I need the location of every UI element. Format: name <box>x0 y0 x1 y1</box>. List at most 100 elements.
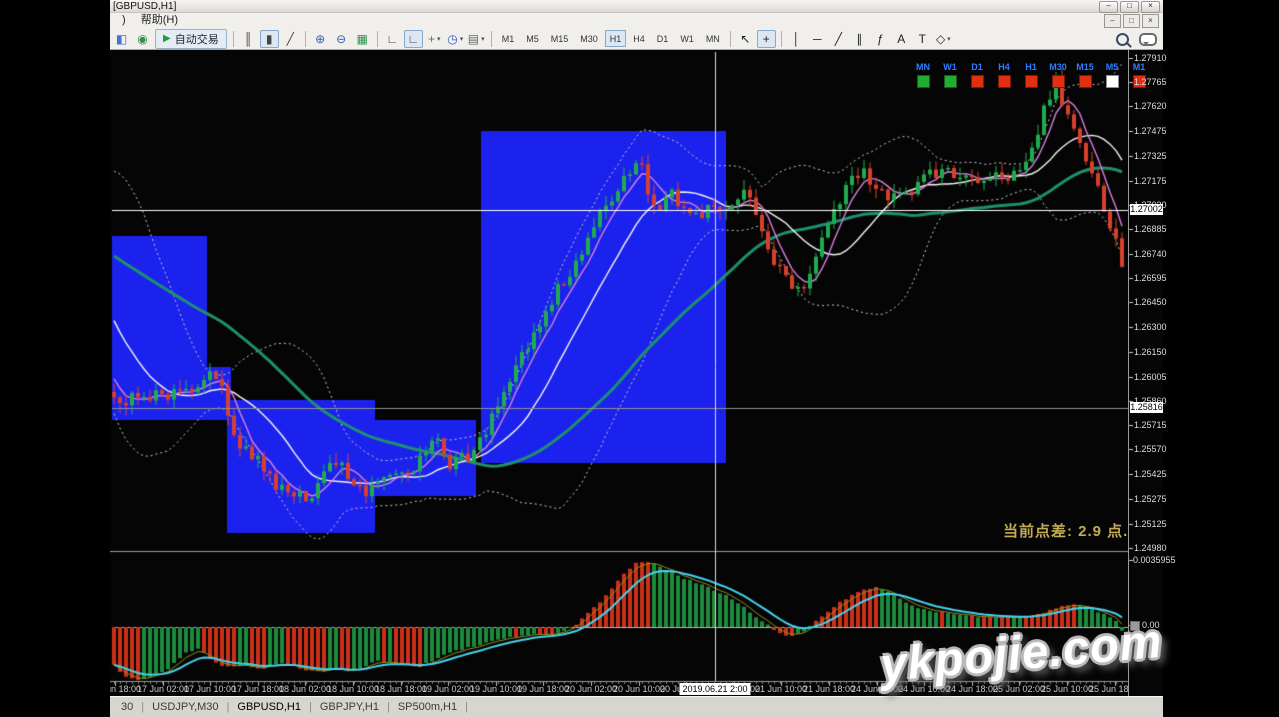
signal-label: D1 <box>965 62 989 72</box>
shapes-icon[interactable]: ◇▾ <box>934 30 953 48</box>
trendline-icon: ╱ <box>835 32 842 46</box>
timeframe-button-m5[interactable]: M5 <box>521 30 544 47</box>
mt4-window: [GBPUSD,H1] –□× ) 帮助(H) –□× ◧◉▶自动交易║▮╱⊕⊖… <box>110 0 1163 717</box>
timeframe-button-w1[interactable]: W1 <box>675 30 699 47</box>
marketwatch-globe-icon[interactable]: ◉ <box>133 30 152 48</box>
bar-chart-icon[interactable]: ║ <box>239 30 258 48</box>
window-title: [GBPUSD,H1] <box>113 1 176 12</box>
template-icon: ▤ <box>468 32 479 46</box>
line-chart-icon[interactable]: ╱ <box>281 30 300 48</box>
signal-item-w1: W1 <box>938 62 962 88</box>
bid-price-box: 1.27002 <box>1130 204 1163 215</box>
time-tick-label: 25 Jun 10:00 <box>1041 684 1093 694</box>
community-chat-icon[interactable] <box>1139 33 1157 46</box>
signal-label: W1 <box>938 62 962 72</box>
signal-item-m5: M5 <box>1100 62 1124 88</box>
fibonacci-icon: ƒ <box>877 32 884 46</box>
signal-square[interactable] <box>998 75 1011 88</box>
toolbar-separator <box>305 31 306 47</box>
dropdown-arrow-icon: ▾ <box>437 35 441 43</box>
chart-minimize-button[interactable]: – <box>1104 14 1121 28</box>
timeframe-button-h4[interactable]: H4 <box>628 30 650 47</box>
timeframe-button-h1[interactable]: H1 <box>605 30 627 47</box>
cursor-icon[interactable]: ↖ <box>736 30 755 48</box>
auto-scroll-icon: ∟ <box>386 32 398 46</box>
crosshair-time-box: 2019.06.21 2:00 <box>679 683 750 695</box>
time-tick-label: 21 Jun 18:00 <box>803 684 855 694</box>
zoom-out-icon: ⊖ <box>336 32 346 46</box>
channel-icon[interactable]: ∥ <box>850 30 869 48</box>
chart-tab[interactable]: GBPJPY,H1 <box>312 701 387 713</box>
timeframe-button-m1[interactable]: M1 <box>497 30 520 47</box>
price-tick-label: 1.26300 <box>1134 322 1167 332</box>
timeframe-button-mn[interactable]: MN <box>701 30 725 47</box>
time-tick-label: 17 Jun 18:00 <box>232 684 284 694</box>
zoom-in-icon[interactable]: ⊕ <box>311 30 330 48</box>
chart-tab[interactable]: SP500m,H1 <box>390 701 465 713</box>
zoom-in-icon: ⊕ <box>315 32 325 46</box>
chart-tab[interactable]: 30 <box>113 701 141 713</box>
time-tick-label: 25 Jun 18:00 <box>1089 684 1128 694</box>
chart-tab[interactable]: USDJPY,M30 <box>144 701 226 713</box>
bar-chart-icon: ║ <box>244 32 253 46</box>
horizontal-line-icon[interactable]: ─ <box>808 30 827 48</box>
zoom-out-icon[interactable]: ⊖ <box>332 30 351 48</box>
text-label-icon: T <box>919 32 926 46</box>
chart-window-icon[interactable]: ◧ <box>112 30 131 48</box>
chart-shift-icon: ∟ <box>407 32 419 46</box>
signal-square[interactable] <box>1025 75 1038 88</box>
price-scale[interactable]: 1.279101.277651.276201.274751.273251.271… <box>1128 50 1163 696</box>
signal-square[interactable] <box>917 75 930 88</box>
time-tick-label: 19 Jun 18:00 <box>517 684 569 694</box>
signal-square[interactable] <box>971 75 984 88</box>
price-tick-label: 1.26885 <box>1134 224 1167 234</box>
vertical-line-icon[interactable]: │ <box>787 30 806 48</box>
timeframe-button-m30[interactable]: M30 <box>575 30 603 47</box>
text-icon[interactable]: A <box>892 30 911 48</box>
price-tick-label: 1.27325 <box>1134 151 1167 161</box>
chart-shift-icon[interactable]: ∟ <box>404 30 423 48</box>
line-chart-icon: ╱ <box>287 32 294 46</box>
timeframe-button-m15[interactable]: M15 <box>546 30 574 47</box>
period-clock-icon: ◷ <box>447 32 457 46</box>
menu-help[interactable]: 帮助(H) <box>135 14 184 26</box>
price-chart-canvas[interactable] <box>110 50 1163 696</box>
chart-restore-button[interactable]: □ <box>1123 14 1140 28</box>
candlestick-chart-icon[interactable]: ▮ <box>260 30 279 48</box>
indicator-max-label: 0.0035955 <box>1133 555 1176 565</box>
chart-close-button[interactable]: × <box>1142 14 1159 28</box>
signal-square[interactable] <box>1052 75 1065 88</box>
auto-scroll-icon[interactable]: ∟ <box>383 30 402 48</box>
level-price-box: 1.25816 <box>1130 402 1163 413</box>
time-tick-label: 21 Jun 10:00 <box>755 684 807 694</box>
add-indicator-icon[interactable]: +▾ <box>425 30 444 48</box>
trendline-icon[interactable]: ╱ <box>829 30 848 48</box>
price-tick-label: 1.26595 <box>1134 273 1167 283</box>
signal-square[interactable] <box>944 75 957 88</box>
time-tick-label: 20 Jun 02:00 <box>565 684 617 694</box>
signal-label: H4 <box>992 62 1016 72</box>
chart-tab[interactable]: GBPUSD,H1 <box>229 701 309 713</box>
signal-square[interactable] <box>1106 75 1119 88</box>
close-button[interactable]: × <box>1141 1 1160 13</box>
time-tick-label: 18 Jun 02:00 <box>279 684 331 694</box>
maximize-button[interactable]: □ <box>1120 1 1139 13</box>
chart-window-controls: –□× <box>1104 14 1159 28</box>
tile-windows-icon[interactable]: ▦ <box>353 30 372 48</box>
template-icon[interactable]: ▤▾ <box>467 30 486 48</box>
crosshair-icon[interactable]: + <box>757 30 776 48</box>
text-label-icon[interactable]: T <box>913 30 932 48</box>
period-clock-icon[interactable]: ◷▾ <box>446 30 465 48</box>
fibonacci-icon[interactable]: ƒ <box>871 30 890 48</box>
signal-item-m30: M30 <box>1046 62 1070 88</box>
time-tick-label: 25 Jun 02:00 <box>993 684 1045 694</box>
spread-label: 当前点差: 2.9 点. <box>1003 520 1128 541</box>
autotrade-button[interactable]: ▶自动交易 <box>155 29 227 49</box>
minimize-button[interactable]: – <box>1099 1 1118 13</box>
signal-label: M5 <box>1100 62 1124 72</box>
search-icon[interactable] <box>1116 33 1129 46</box>
title-bar: [GBPUSD,H1] –□× <box>110 0 1163 13</box>
timeframe-button-d1[interactable]: D1 <box>652 30 674 47</box>
chart-tab-bar: 30|USDJPY,M30|GBPUSD,H1|GBPJPY,H1|SP500m… <box>110 696 1163 717</box>
signal-square[interactable] <box>1079 75 1092 88</box>
